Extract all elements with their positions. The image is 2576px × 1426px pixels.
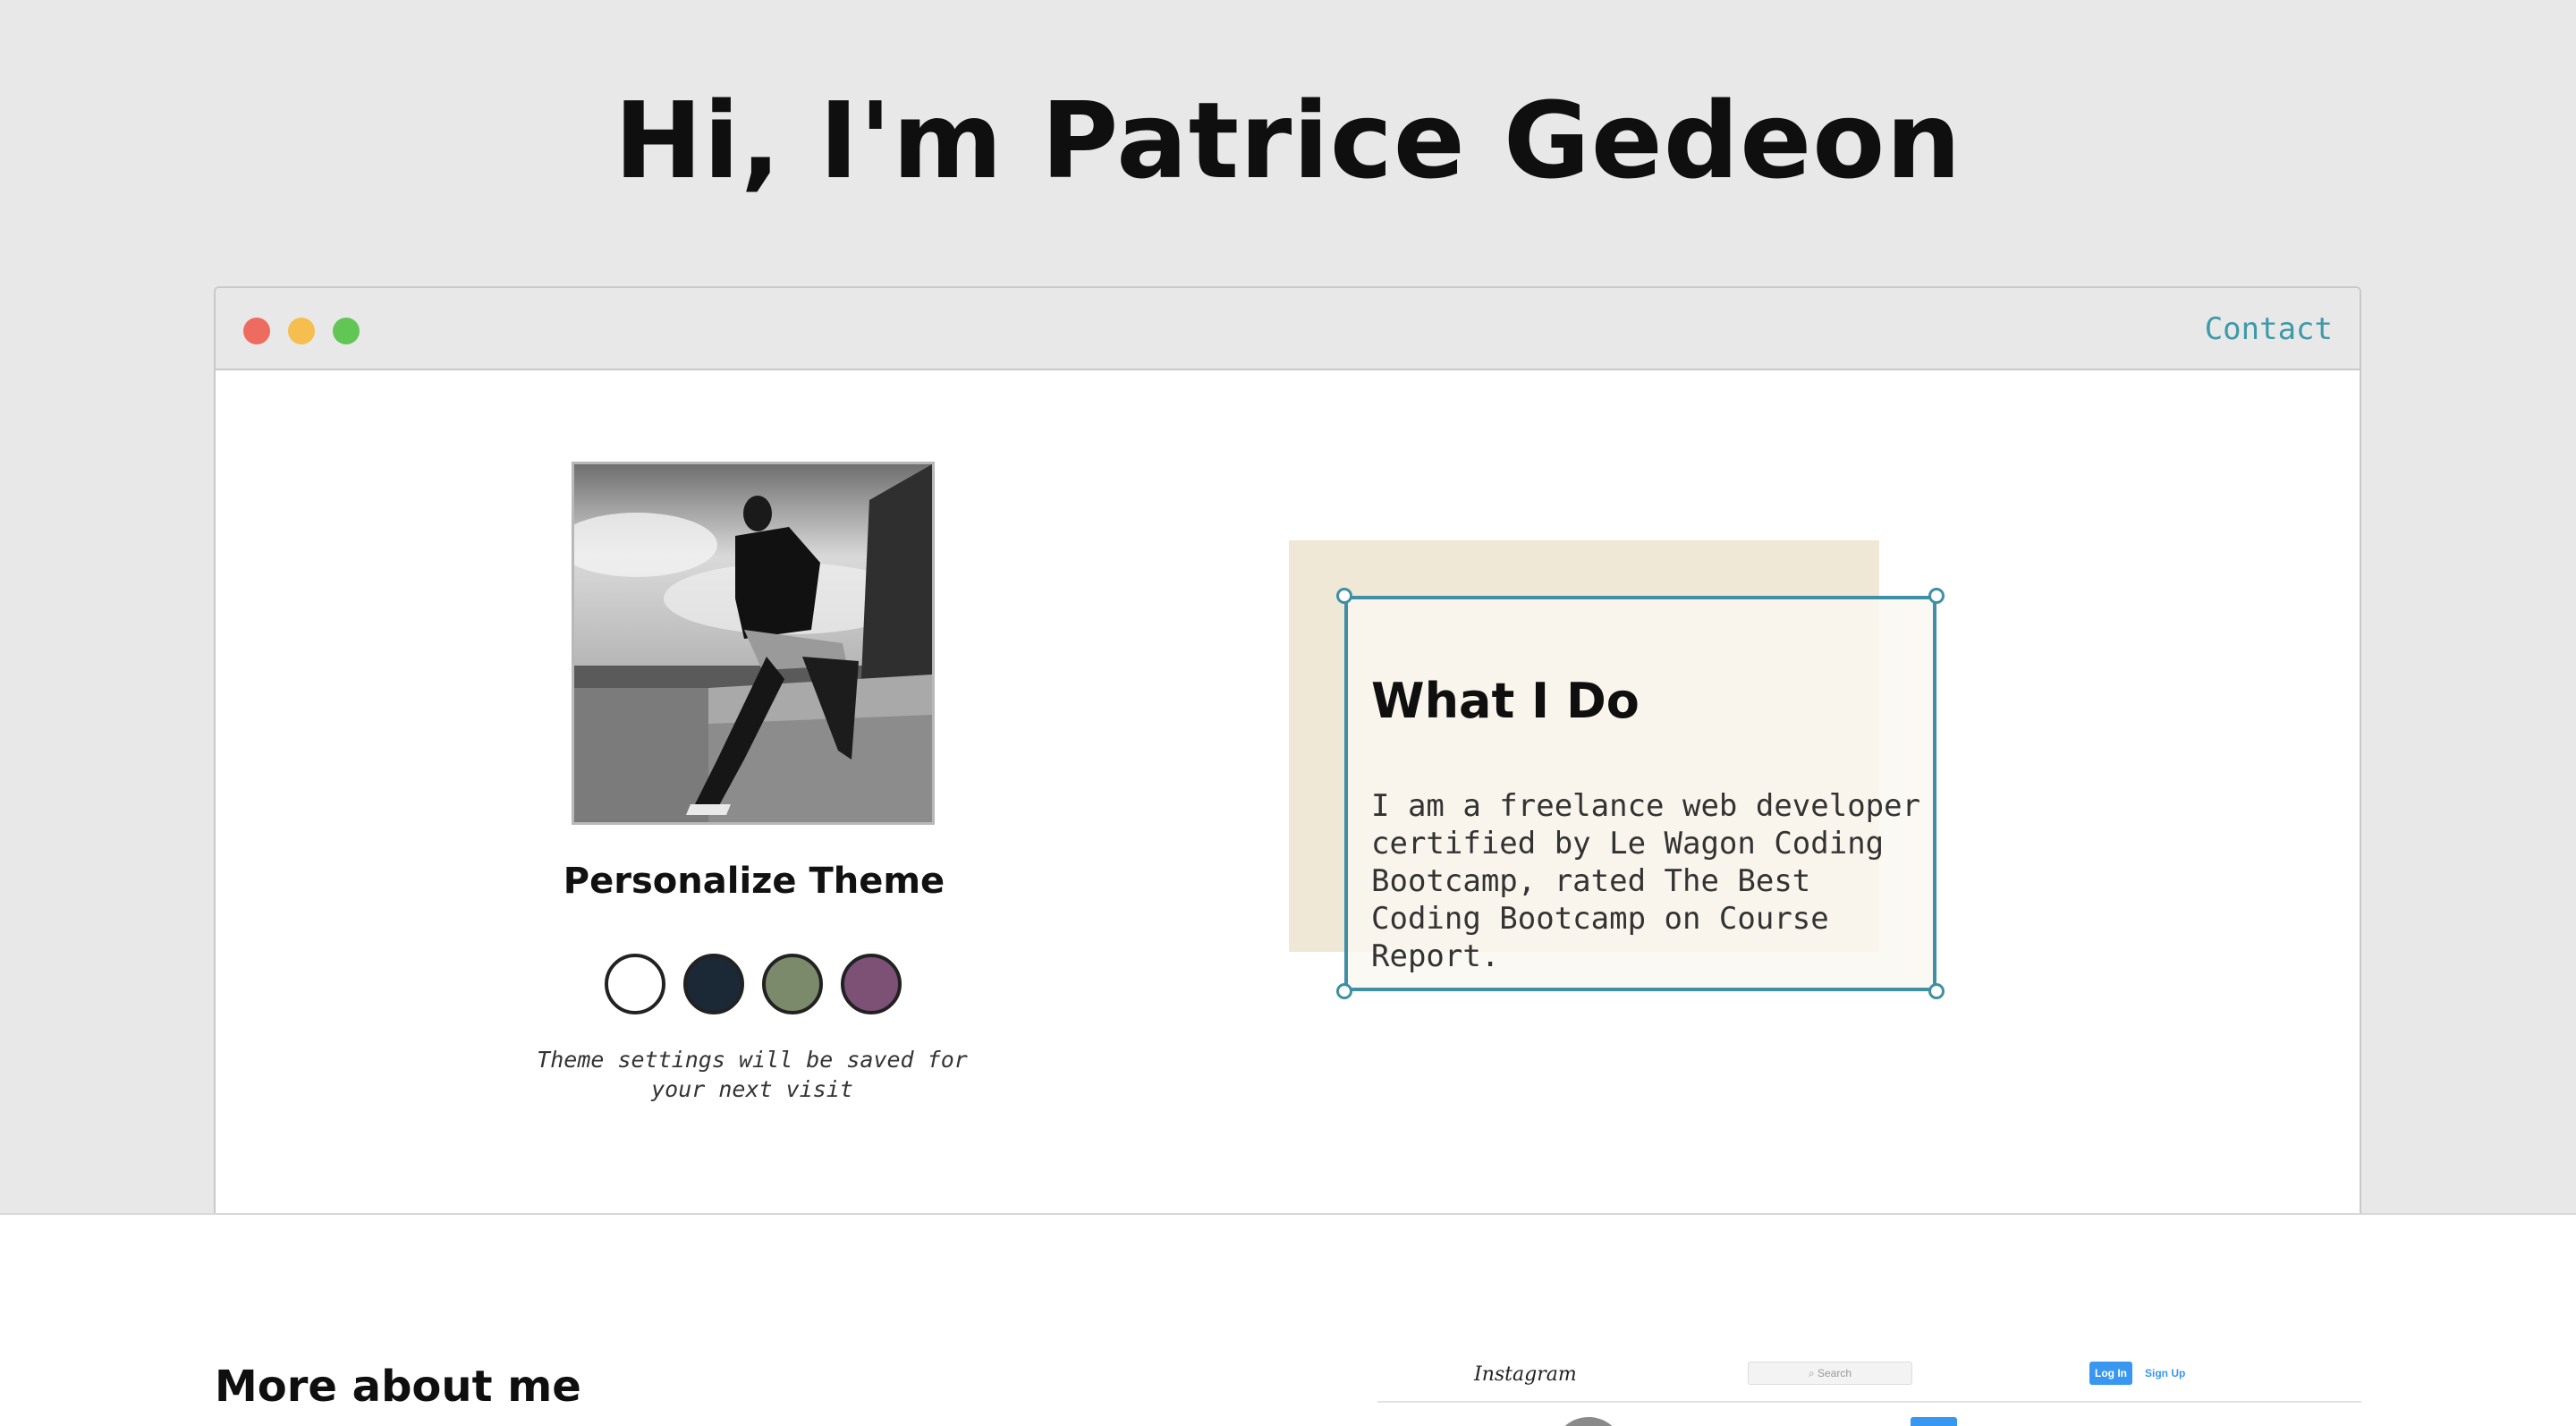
instagram-preview: Instagram ⌕ Search Log In Sign Up (1377, 1349, 2361, 1426)
instagram-login-button: Log In (2089, 1362, 2132, 1385)
maximize-window-icon[interactable] (333, 318, 360, 344)
minimize-window-icon[interactable] (288, 318, 315, 344)
theme-swatch-white[interactable] (605, 954, 665, 1014)
theme-note: Theme settings will be saved for your ne… (537, 1047, 968, 1102)
instagram-follow-button (1911, 1417, 1957, 1426)
browser-window: Contact Personalize Theme Theme settings… (214, 286, 2361, 1217)
page-title: Hi, I'm Patrice Gedeon (614, 79, 1962, 202)
profile-photo (572, 462, 935, 825)
theme-swatch-sage[interactable] (762, 954, 823, 1014)
close-window-icon[interactable] (243, 318, 270, 344)
resize-handle-bottom-right[interactable] (1928, 983, 1945, 999)
resize-handle-bottom-left[interactable] (1336, 983, 1352, 999)
instagram-logo: Instagram (1474, 1363, 1577, 1386)
more-about-heading: More about me (215, 1362, 581, 1412)
what-i-do-text: I am a freelance web developer certified… (1371, 788, 1921, 974)
instagram-header: Instagram ⌕ Search Log In Sign Up (1377, 1349, 2361, 1403)
window-titlebar: Contact (216, 288, 2360, 370)
theme-swatch-navy[interactable] (683, 954, 744, 1014)
profile-photo-image (574, 464, 932, 822)
contact-link[interactable]: Contact (2205, 311, 2333, 347)
resize-handle-top-left[interactable] (1336, 588, 1352, 604)
instagram-avatar (1553, 1417, 1624, 1426)
more-about-section: More about me Instagram ⌕ Search Log In … (0, 1213, 2576, 1426)
resize-handle-top-right[interactable] (1928, 588, 1945, 604)
instagram-signup-link: Sign Up (2145, 1367, 2186, 1379)
what-i-do-heading: What I Do (1371, 673, 1640, 729)
instagram-search-field: ⌕ Search (1748, 1362, 1912, 1385)
personalize-theme-heading: Personalize Theme (563, 861, 945, 902)
theme-swatch-plum[interactable] (841, 954, 902, 1014)
